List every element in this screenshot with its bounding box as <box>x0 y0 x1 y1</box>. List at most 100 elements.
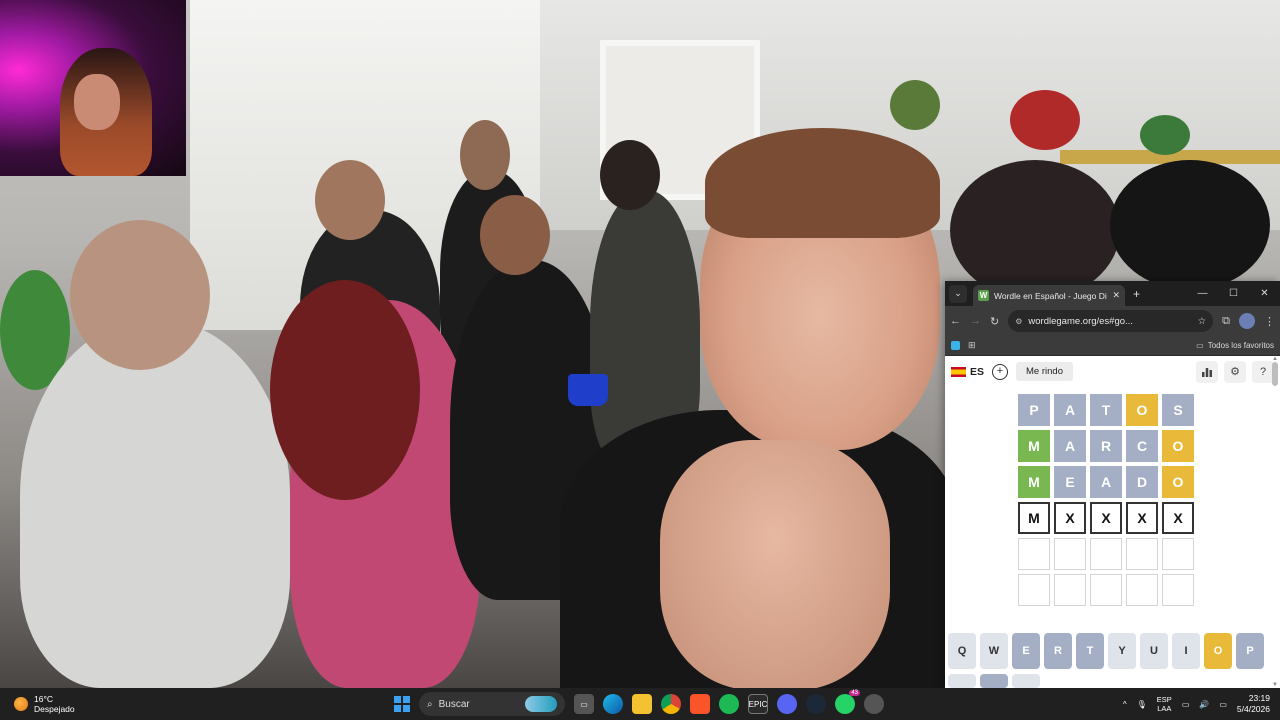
bookmarks-bar: ⊞ ▭ Todos los favoritos <box>945 336 1280 356</box>
show-hidden-icons-chevron-icon[interactable]: ^ <box>1123 700 1127 709</box>
discord-icon[interactable] <box>777 694 797 714</box>
wordle-page: ES + Me rindo ⚙ ? PATOSMARCOMEADOMXXXX Q… <box>945 356 1280 688</box>
scrollbar-thumb[interactable] <box>1272 362 1278 386</box>
video-plant <box>1140 115 1190 155</box>
keyboard-key[interactable]: Q <box>948 633 976 669</box>
board-tile: X <box>1162 502 1194 534</box>
stats-icon[interactable] <box>1196 360 1218 383</box>
weather-temp: 16°C <box>34 694 53 704</box>
edge-icon[interactable] <box>603 694 623 714</box>
new-tab-button[interactable]: + <box>1133 287 1140 301</box>
lang-top: ESP <box>1156 695 1172 704</box>
board-tile <box>1090 574 1122 606</box>
reload-button[interactable]: ↻ <box>990 315 999 328</box>
game-header: ES + Me rindo ⚙ ? <box>945 356 1280 387</box>
task-view-icon[interactable]: ▭ <box>574 694 594 714</box>
address-bar[interactable]: ⚙ wordlegame.org/es#go... ☆ <box>1008 310 1214 332</box>
window-controls: — ☐ ✕ <box>1187 288 1280 299</box>
clock[interactable]: 23:19 5/4/2026 <box>1237 693 1270 715</box>
keyboard-key[interactable]: O <box>1204 633 1232 669</box>
taskbar-apps: ⌕ Buscar ▭ EPIC 43 <box>394 688 884 720</box>
keyboard-key[interactable]: Y <box>1108 633 1136 669</box>
extensions-icon[interactable]: ⧉ <box>1222 315 1230 328</box>
tab-bar: ⌄ W Wordle en Español - Juego Diario ✕ +… <box>945 281 1280 306</box>
weather-widget[interactable]: 16°C Despejado <box>0 694 200 714</box>
keyboard-key[interactable]: R <box>1044 633 1072 669</box>
board-tile: O <box>1126 394 1158 426</box>
board-tile: M <box>1018 466 1050 498</box>
keyboard-key[interactable]: I <box>1172 633 1200 669</box>
profile-avatar[interactable] <box>1239 313 1255 329</box>
tab-wordle[interactable]: W Wordle en Español - Juego Diario ✕ <box>973 285 1125 306</box>
keyboard-key[interactable] <box>948 674 976 688</box>
apps-grid-icon[interactable]: ⊞ <box>968 340 976 351</box>
taskbar-search[interactable]: ⌕ Buscar <box>419 692 565 716</box>
help-icon[interactable]: ? <box>1252 360 1274 383</box>
bookmark-icon[interactable] <box>951 341 960 350</box>
folder-icon: ▭ <box>1196 341 1204 350</box>
close-window-button[interactable]: ✕ <box>1249 288 1280 299</box>
board-tile: C <box>1126 430 1158 462</box>
settings-icon[interactable]: ⚙ <box>1224 360 1246 383</box>
video-head <box>70 220 210 370</box>
keyboard-key[interactable]: E <box>1012 633 1040 669</box>
board-tile: M <box>1018 430 1050 462</box>
board-tile <box>1054 574 1086 606</box>
close-tab-icon[interactable]: ✕ <box>1112 290 1120 301</box>
add-icon[interactable]: + <box>992 363 1009 380</box>
video-head <box>315 160 385 240</box>
battery-icon[interactable]: ▭ <box>1219 700 1227 709</box>
keyboard-key[interactable]: W <box>980 633 1008 669</box>
webcam-face <box>74 74 120 130</box>
board-tile <box>1018 538 1050 570</box>
volume-icon[interactable]: 🔊 <box>1199 700 1209 709</box>
search-highlight-image <box>525 696 557 712</box>
tab-search-button[interactable]: ⌄ <box>949 284 967 303</box>
keyboard-key[interactable]: T <box>1076 633 1104 669</box>
navigation-bar: ← → ↻ ⚙ wordlegame.org/es#go... ☆ ⧉ ⋮ <box>945 306 1280 336</box>
language-selector[interactable]: ES <box>951 366 984 378</box>
board-tile: S <box>1162 394 1194 426</box>
menu-icon[interactable]: ⋮ <box>1264 315 1275 328</box>
taskbar: 16°C Despejado ⌕ Buscar ▭ EPIC 43 ^ 🎙 ES… <box>0 688 1280 720</box>
network-icon[interactable]: ▭ <box>1182 700 1190 709</box>
site-info-icon[interactable]: ⚙ <box>1015 317 1022 326</box>
board-tile: P <box>1018 394 1050 426</box>
whatsapp-icon[interactable]: 43 <box>835 690 860 714</box>
whatsapp-badge: 43 <box>849 690 860 696</box>
file-explorer-icon[interactable] <box>632 694 652 714</box>
microphone-icon[interactable]: 🎙 <box>1137 700 1147 709</box>
video-hair <box>705 128 940 238</box>
weather-text: 16°C Despejado <box>34 694 75 714</box>
game-board: PATOSMARCOMEADOMXXXX <box>1018 394 1194 606</box>
input-language-indicator[interactable]: ESP LAA <box>1157 695 1172 713</box>
keyboard-key[interactable] <box>980 674 1008 688</box>
spotify-icon[interactable] <box>719 694 739 714</box>
steam-icon[interactable] <box>806 694 826 714</box>
maximize-button[interactable]: ☐ <box>1218 288 1249 299</box>
keyboard-key[interactable]: U <box>1140 633 1168 669</box>
start-button-icon[interactable] <box>394 696 410 712</box>
search-label: Buscar <box>438 698 470 710</box>
spain-flag-icon <box>951 366 966 377</box>
chrome-icon[interactable] <box>661 694 681 714</box>
keyboard-key[interactable] <box>1012 674 1040 688</box>
app-icon[interactable] <box>864 694 884 714</box>
keyboard-key[interactable]: P <box>1236 633 1264 669</box>
header-icons: ⚙ ? <box>1196 360 1274 383</box>
epic-games-icon[interactable]: EPIC <box>748 694 768 714</box>
brave-icon[interactable] <box>690 694 710 714</box>
board-tile <box>1126 538 1158 570</box>
give-up-button[interactable]: Me rindo <box>1016 362 1073 381</box>
forward-button[interactable]: → <box>970 315 981 327</box>
bookmark-star-icon[interactable]: ☆ <box>1198 316 1207 327</box>
all-bookmarks-button[interactable]: ▭ Todos los favoritos <box>1196 341 1274 350</box>
clock-time: 23:19 <box>1248 693 1270 703</box>
search-icon: ⌕ <box>427 698 433 710</box>
back-button[interactable]: ← <box>950 315 961 327</box>
minimize-button[interactable]: — <box>1187 288 1218 299</box>
board-tile: D <box>1126 466 1158 498</box>
video-head <box>480 195 550 275</box>
board-tile: A <box>1090 466 1122 498</box>
board-tile <box>1162 574 1194 606</box>
